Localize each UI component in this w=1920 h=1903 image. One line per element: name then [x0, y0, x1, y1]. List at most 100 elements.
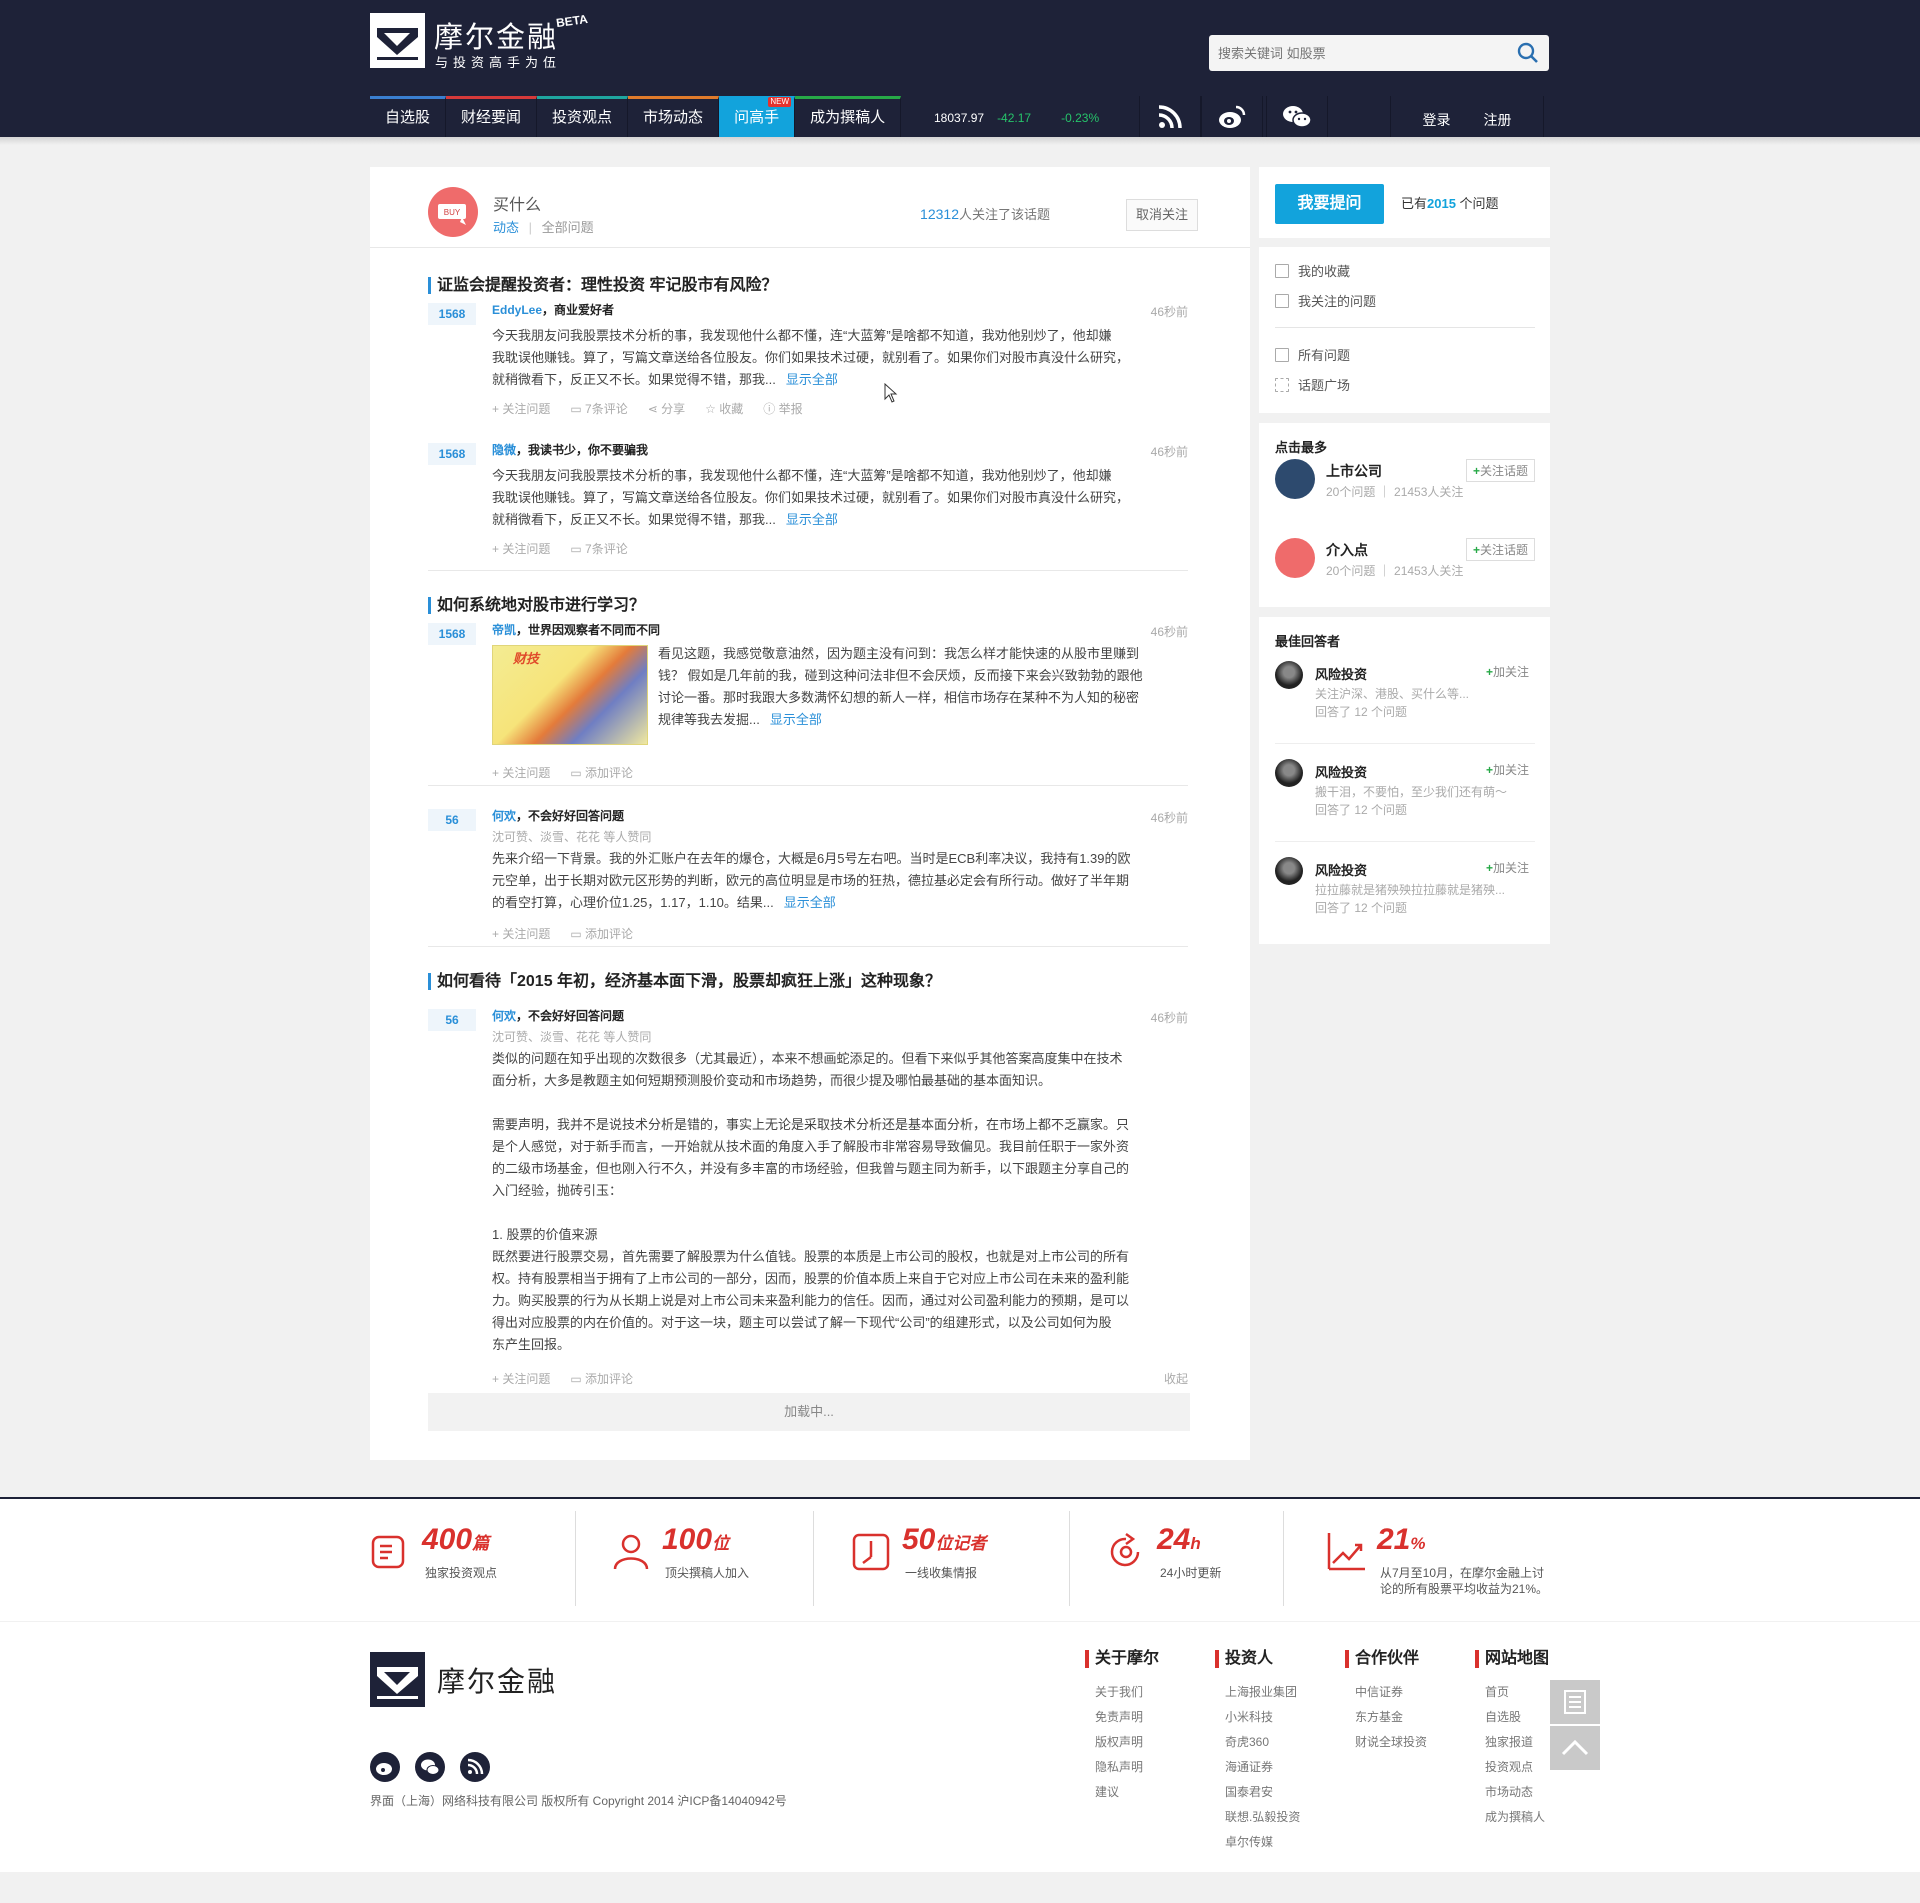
footer-link[interactable]: 上海报业集团	[1225, 1680, 1300, 1705]
show-more-link[interactable]: 显示全部	[786, 512, 838, 527]
author-name[interactable]: 隐微	[492, 443, 516, 457]
vote-count[interactable]: 56	[428, 1009, 476, 1031]
footer-wechat-button[interactable]	[415, 1752, 445, 1782]
action-1[interactable]: ▭ 7条评论	[570, 400, 627, 417]
wechat-button[interactable]	[1266, 96, 1328, 137]
rss-button[interactable]	[1139, 96, 1201, 137]
nav-item-0[interactable]: 自选股	[370, 96, 447, 137]
author-name[interactable]: 帝凯	[492, 623, 516, 637]
endorsements[interactable]: 沈可赞、淡雪、花花 等人赞同	[492, 828, 651, 845]
footer-link[interactable]: 成为撰稿人	[1485, 1805, 1549, 1830]
nav-item-5[interactable]: 成为撰稿人	[795, 96, 902, 137]
register-link[interactable]: 注册	[1484, 110, 1512, 130]
footer-link[interactable]: 卓尔传媒	[1225, 1830, 1300, 1855]
market-ticker[interactable]: 18037.97 -42.17 -0.23%	[917, 96, 1134, 137]
footer-link[interactable]: 建议	[1095, 1780, 1159, 1805]
footer-link[interactable]: 隐私声明	[1095, 1755, 1159, 1780]
footer-link[interactable]: 首页	[1485, 1680, 1549, 1705]
footer-logo[interactable]	[370, 1652, 425, 1707]
show-more-link[interactable]: 显示全部	[784, 895, 836, 910]
feedback-float-button[interactable]	[1550, 1680, 1600, 1724]
nav-item-2[interactable]: 投资观点	[537, 96, 629, 137]
footer-link[interactable]: 小米科技	[1225, 1705, 1300, 1730]
best-answerer-item[interactable]: 风险投资 关注沪深、港股、买什么等... 回答了 12 个问题 +加关注	[1275, 661, 1535, 741]
action-0[interactable]: + 关注问题	[492, 1370, 550, 1387]
action-1[interactable]: ▭ 添加评论	[570, 925, 633, 942]
answer-thumbnail[interactable]: 财技	[492, 645, 648, 745]
follow-topic-button[interactable]: +关注话题	[1465, 538, 1535, 561]
follow-user-button[interactable]: +加关注	[1479, 857, 1535, 878]
footer-link[interactable]: 财说全球投资	[1355, 1730, 1427, 1755]
footer-link[interactable]: 东方基金	[1355, 1705, 1427, 1730]
footer-link[interactable]: 市场动态	[1485, 1780, 1549, 1805]
vote-count[interactable]: 1568	[428, 303, 476, 325]
action-0[interactable]: + 关注问题	[492, 764, 550, 781]
author-name[interactable]: 何欢	[492, 1009, 516, 1023]
best-answerer-item[interactable]: 风险投资 搬干泪，不要怕，至少我们还有萌～ 回答了 12 个问题 +加关注	[1275, 759, 1535, 839]
footer-rss-button[interactable]	[460, 1752, 490, 1782]
footer-link[interactable]: 自选股	[1485, 1705, 1549, 1730]
footer-link[interactable]: 联想.弘毅投资	[1225, 1805, 1300, 1830]
footer-link[interactable]: 中信证券	[1355, 1680, 1427, 1705]
footer-link[interactable]: 独家报道	[1485, 1730, 1549, 1755]
action-0[interactable]: + 关注问题	[492, 400, 550, 417]
action-3[interactable]: ☆ 收藏	[705, 400, 743, 417]
action-0[interactable]: + 关注问题	[492, 540, 550, 557]
vote-count[interactable]: 1568	[428, 623, 476, 645]
endorsements[interactable]: 沈可赞、淡雪、花花 等人赞同	[492, 1028, 651, 1045]
all-questions-link[interactable]: 所有问题	[1275, 345, 1350, 364]
unfollow-button[interactable]: 取消关注	[1126, 199, 1198, 231]
question-title[interactable]: 如何看待「2015 年初，经济基本面下滑，股票却疯狂上涨」这种现象？	[428, 973, 941, 990]
follow-topic-button[interactable]: +关注话题	[1465, 459, 1535, 482]
best-answerer-item[interactable]: 风险投资 拉拉藤就是猪殃殃拉拉藤就是猪殃... 回答了 12 个问题 +加关注	[1275, 857, 1535, 937]
question-title[interactable]: 如何系统地对股市进行学习？	[428, 597, 645, 614]
show-more-link[interactable]: 显示全部	[770, 712, 822, 727]
answerer-name[interactable]: 风险投资	[1315, 860, 1367, 879]
action-1[interactable]: ▭ 7条评论	[570, 540, 627, 557]
topic-name[interactable]: 上市公司	[1326, 461, 1382, 481]
topic-square-link[interactable]: 话题广场	[1275, 375, 1350, 394]
nav-item-3[interactable]: 市场动态	[628, 96, 720, 137]
weibo-button[interactable]	[1201, 96, 1263, 137]
topic-name[interactable]: 介入点	[1326, 540, 1368, 560]
hot-topic-item[interactable]: 上市公司 20个问题 ｜ 21453人关注 +关注话题	[1275, 459, 1535, 504]
author-name[interactable]: EddyLee	[492, 303, 542, 317]
action-4[interactable]: ⓘ 举报	[763, 400, 802, 417]
follow-user-button[interactable]: +加关注	[1479, 661, 1535, 682]
footer-link[interactable]: 关于我们	[1095, 1680, 1159, 1705]
footer-link[interactable]: 投资观点	[1485, 1755, 1549, 1780]
hot-topic-item[interactable]: 介入点 20个问题 ｜ 21453人关注 +关注话题	[1275, 538, 1535, 583]
vote-count[interactable]: 56	[428, 809, 476, 831]
footer-link[interactable]: 版权声明	[1095, 1730, 1159, 1755]
action-2[interactable]: ⋖ 分享	[648, 400, 685, 417]
brand-logo[interactable]	[370, 13, 425, 68]
collapse-link[interactable]: 收起	[1164, 1370, 1188, 1387]
tab-activity[interactable]: 动态	[493, 220, 519, 235]
nav-item-1[interactable]: 财经要闻	[446, 96, 538, 137]
footer-weibo-button[interactable]	[370, 1752, 400, 1782]
tab-all-questions[interactable]: 全部问题	[542, 220, 594, 235]
nav-item-4[interactable]: 问高手 NEW	[719, 96, 796, 137]
my-favorites-link[interactable]: 我的收藏	[1275, 261, 1350, 280]
followed-questions-link[interactable]: 我关注的问题	[1275, 291, 1376, 310]
show-more-link[interactable]: 显示全部	[786, 372, 838, 387]
question-title[interactable]: 证监会提醒投资者：理性投资 牢记股市有风险？	[428, 277, 777, 294]
footer-link[interactable]: 免责声明	[1095, 1705, 1159, 1730]
search-input[interactable]	[1209, 35, 1509, 71]
footer-link[interactable]: 奇虎360	[1225, 1730, 1300, 1755]
answerer-name[interactable]: 风险投资	[1315, 664, 1367, 683]
action-1[interactable]: ▭ 添加评论	[570, 764, 633, 781]
login-link[interactable]: 登录	[1423, 110, 1451, 130]
footer-link[interactable]: 海通证券	[1225, 1755, 1300, 1780]
action-0[interactable]: + 关注问题	[492, 925, 550, 942]
ask-question-button[interactable]: 我要提问	[1275, 184, 1384, 224]
footer-link[interactable]: 国泰君安	[1225, 1780, 1300, 1805]
author-name[interactable]: 何欢	[492, 809, 516, 823]
follow-user-button[interactable]: +加关注	[1479, 759, 1535, 780]
search-icon[interactable]	[1517, 42, 1539, 64]
loading-indicator[interactable]: 加载中...	[428, 1393, 1190, 1431]
back-to-top-button[interactable]	[1550, 1726, 1600, 1770]
answerer-name[interactable]: 风险投资	[1315, 762, 1367, 781]
vote-count[interactable]: 1568	[428, 443, 476, 465]
action-1[interactable]: ▭ 添加评论	[570, 1370, 633, 1387]
